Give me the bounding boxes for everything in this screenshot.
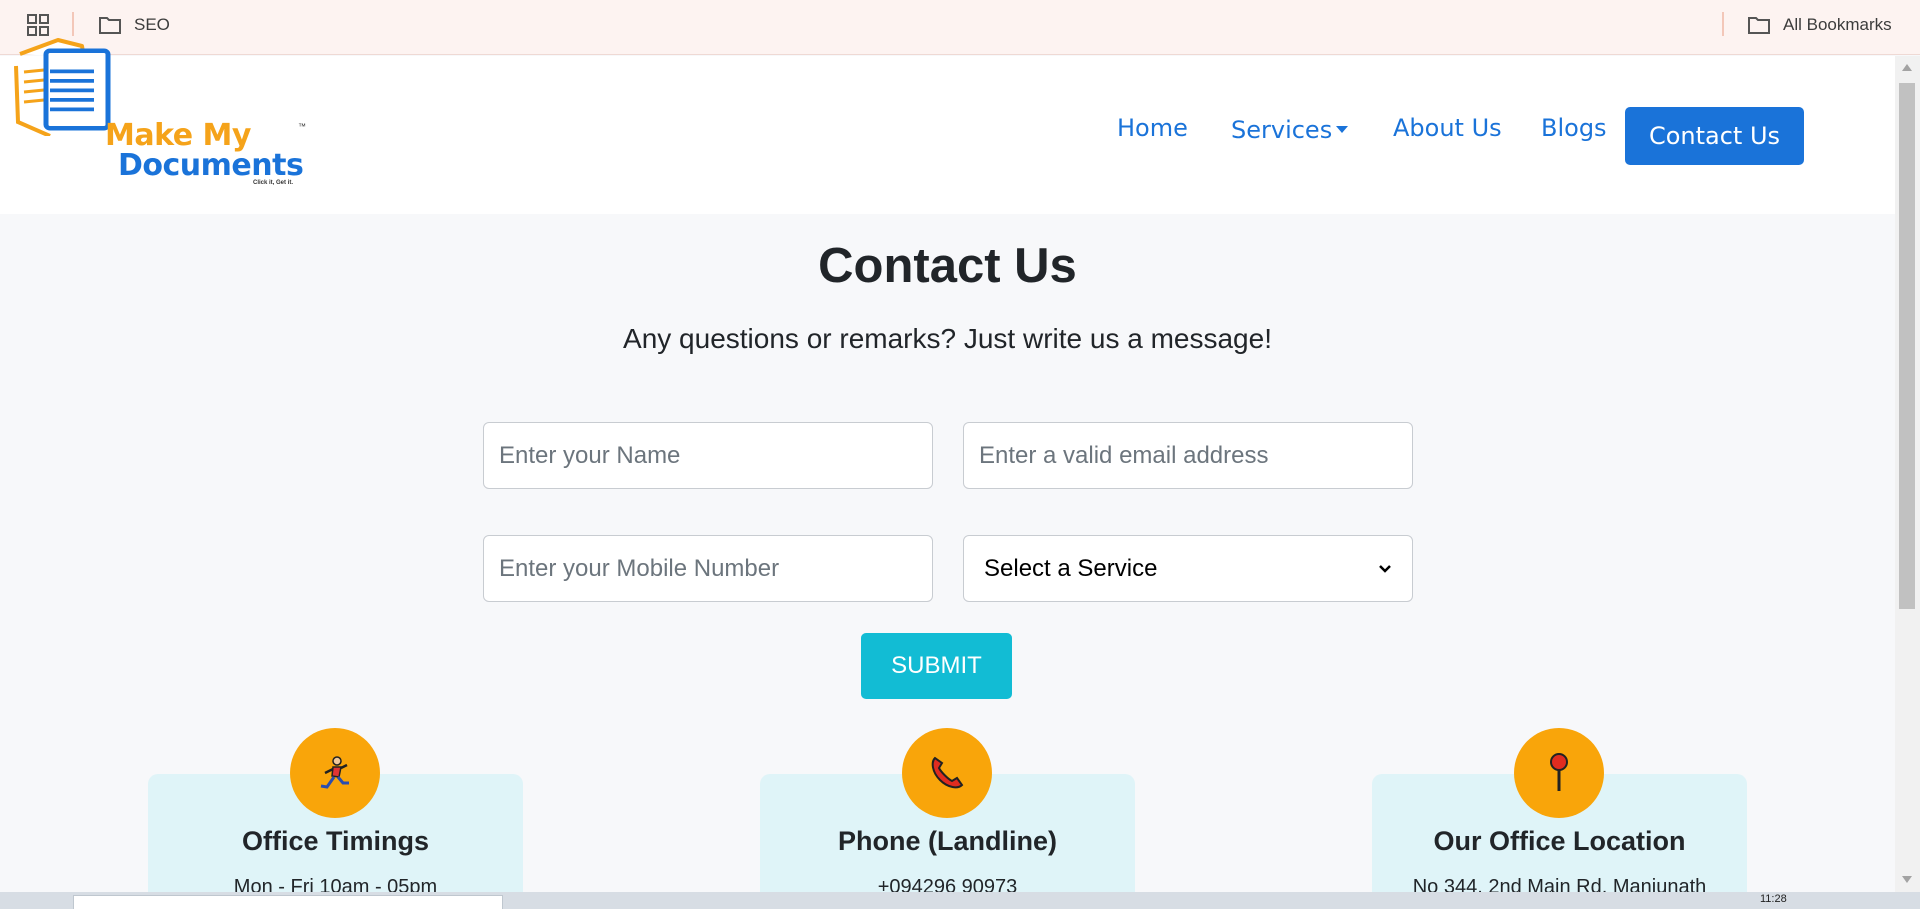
nav-home[interactable]: Home <box>1117 114 1188 142</box>
email-input[interactable] <box>963 422 1413 489</box>
nav-contact-button[interactable]: Contact Us <box>1625 107 1804 165</box>
nav-blogs[interactable]: Blogs <box>1541 114 1607 142</box>
logo-text-documents: Documents <box>118 148 304 183</box>
mobile-input[interactable] <box>483 535 933 602</box>
service-select[interactable]: Select a Service <box>963 535 1413 602</box>
runner-icon <box>290 728 380 818</box>
scrollbar-thumb[interactable] <box>1899 83 1915 609</box>
info-card-title: Our Office Location <box>1433 826 1686 856</box>
page-subtitle: Any questions or remarks? Just write us … <box>623 323 1272 354</box>
page-title: Contact Us <box>818 239 1077 293</box>
folder-icon <box>1748 17 1770 34</box>
info-card-title: Phone (Landline) <box>838 826 1057 856</box>
nav-about[interactable]: About Us <box>1393 114 1502 142</box>
caret-down-icon <box>1336 125 1349 133</box>
info-card-title: Office Timings <box>241 826 430 856</box>
all-bookmarks-button[interactable]: All Bookmarks <box>1747 12 1892 38</box>
service-select-value: Select a Service <box>984 554 1158 582</box>
scroll-up-icon[interactable] <box>1902 64 1912 71</box>
page-scrollbar[interactable] <box>1895 56 1920 892</box>
all-bookmarks-label: All Bookmarks <box>1783 15 1892 34</box>
nav-services-label: Services <box>1231 116 1333 144</box>
phone-icon <box>902 728 992 818</box>
scroll-down-icon[interactable] <box>1902 876 1912 883</box>
pushpin-icon <box>1514 728 1604 818</box>
submit-button[interactable]: SUBMIT <box>861 633 1012 699</box>
bookmarks-separator <box>1722 12 1724 36</box>
name-input[interactable] <box>483 422 933 489</box>
logo-tagline: Click it, Get it. <box>253 180 294 186</box>
taskbar-clock: 11:28 <box>1760 893 1787 905</box>
os-taskbar: 11:28 <box>0 892 1920 909</box>
logo-trademark: ™ <box>298 122 306 131</box>
nav-services[interactable]: Services <box>1231 116 1349 144</box>
taskbar-search-box[interactable] <box>73 895 503 909</box>
chevron-down-icon <box>1379 564 1391 573</box>
